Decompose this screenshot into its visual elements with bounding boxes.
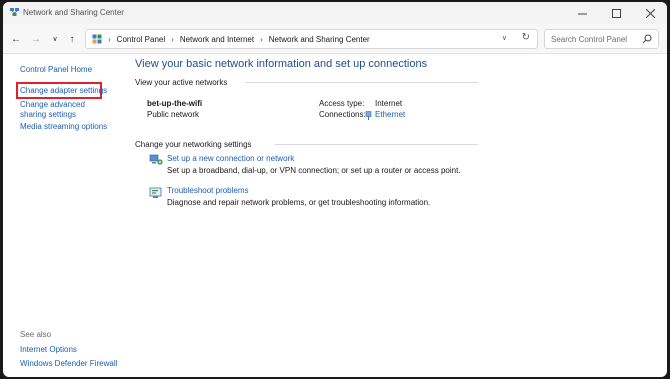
refresh-icon: ↻	[521, 32, 530, 43]
windows-defender-firewall-link[interactable]: Windows Defender Firewall	[20, 359, 117, 369]
new-connection-icon	[149, 154, 163, 165]
troubleshoot-problems-description: Diagnose and repair network problems, or…	[167, 198, 431, 207]
access-type-value: Internet	[375, 99, 403, 108]
network-type: Public network	[147, 110, 200, 119]
chevron-right-icon: ›	[108, 34, 111, 44]
search-placeholder: Search Control Panel	[551, 35, 628, 44]
breadcrumb-control-panel[interactable]: Control Panel	[117, 35, 165, 44]
minimize-button[interactable]	[565, 2, 599, 24]
access-type-label: Access type:	[319, 99, 365, 108]
address-bar[interactable]: › Control Panel › Network and Internet ›…	[85, 29, 538, 49]
change-settings-label: Change your networking settings	[135, 140, 252, 149]
minimize-icon	[577, 13, 587, 14]
internet-options-link[interactable]: Internet Options	[20, 345, 77, 355]
navigation-bar: ← → ∨ ↑ › Control Panel › Network and In…	[3, 24, 667, 54]
maximize-icon	[611, 8, 621, 18]
address-dropdown-button[interactable]: ∨	[502, 34, 507, 42]
ethernet-icon	[365, 111, 372, 120]
breadcrumb-network-and-internet[interactable]: Network and Internet	[180, 35, 254, 44]
arrow-right-icon: →	[31, 33, 41, 45]
window: Network and Sharing Center ← → ∨ ↑ › Con…	[3, 2, 667, 377]
recent-locations-button[interactable]: ∨	[48, 32, 62, 46]
up-button[interactable]: ↑	[65, 32, 79, 46]
chevron-right-icon: ›	[171, 34, 174, 44]
maximize-button[interactable]	[599, 2, 633, 24]
connections-label: Connections:	[319, 110, 366, 119]
control-panel-icon	[92, 34, 102, 44]
chevron-right-icon: ›	[260, 34, 263, 44]
arrow-left-icon: ←	[11, 33, 21, 45]
media-streaming-options-link[interactable]: Media streaming options	[20, 122, 107, 132]
refresh-button[interactable]: ↻	[522, 32, 530, 43]
chevron-down-icon: ∨	[52, 36, 58, 43]
page-title: View your basic network information and …	[135, 58, 428, 70]
search-icon	[642, 34, 652, 44]
active-networks-label: View your active networks	[135, 78, 228, 87]
change-advanced-sharing-settings-link[interactable]: Change advanced sharing settings	[20, 100, 112, 120]
control-panel-home-link[interactable]: Control Panel Home	[20, 65, 92, 75]
troubleshoot-problems-link[interactable]: Troubleshoot problems	[167, 186, 249, 195]
setup-new-connection-description: Set up a broadband, dial-up, or VPN conn…	[167, 166, 461, 175]
network-name: bet-up-the-wifi	[147, 99, 203, 108]
divider	[275, 144, 478, 145]
window-title: Network and Sharing Center	[23, 8, 124, 17]
change-adapter-settings-link[interactable]: Change adapter settings	[20, 86, 107, 96]
title-bar: Network and Sharing Center	[3, 2, 667, 24]
breadcrumb-network-and-sharing-center[interactable]: Network and Sharing Center	[269, 35, 370, 44]
arrow-up-icon: ↑	[69, 33, 75, 45]
network-sharing-icon	[10, 8, 19, 16]
ethernet-connection-link[interactable]: Ethernet	[375, 110, 405, 119]
search-input[interactable]: Search Control Panel	[544, 29, 659, 49]
see-also-label: See also	[20, 330, 52, 339]
divider	[245, 82, 478, 83]
left-pane: Control Panel Home Change adapter settin…	[3, 54, 125, 377]
close-icon	[645, 8, 655, 18]
setup-new-connection-link[interactable]: Set up a new connection or network	[167, 154, 294, 163]
forward-button[interactable]: →	[29, 32, 43, 46]
back-button[interactable]: ←	[9, 32, 23, 46]
close-button[interactable]	[633, 2, 667, 24]
troubleshoot-icon	[149, 187, 162, 198]
